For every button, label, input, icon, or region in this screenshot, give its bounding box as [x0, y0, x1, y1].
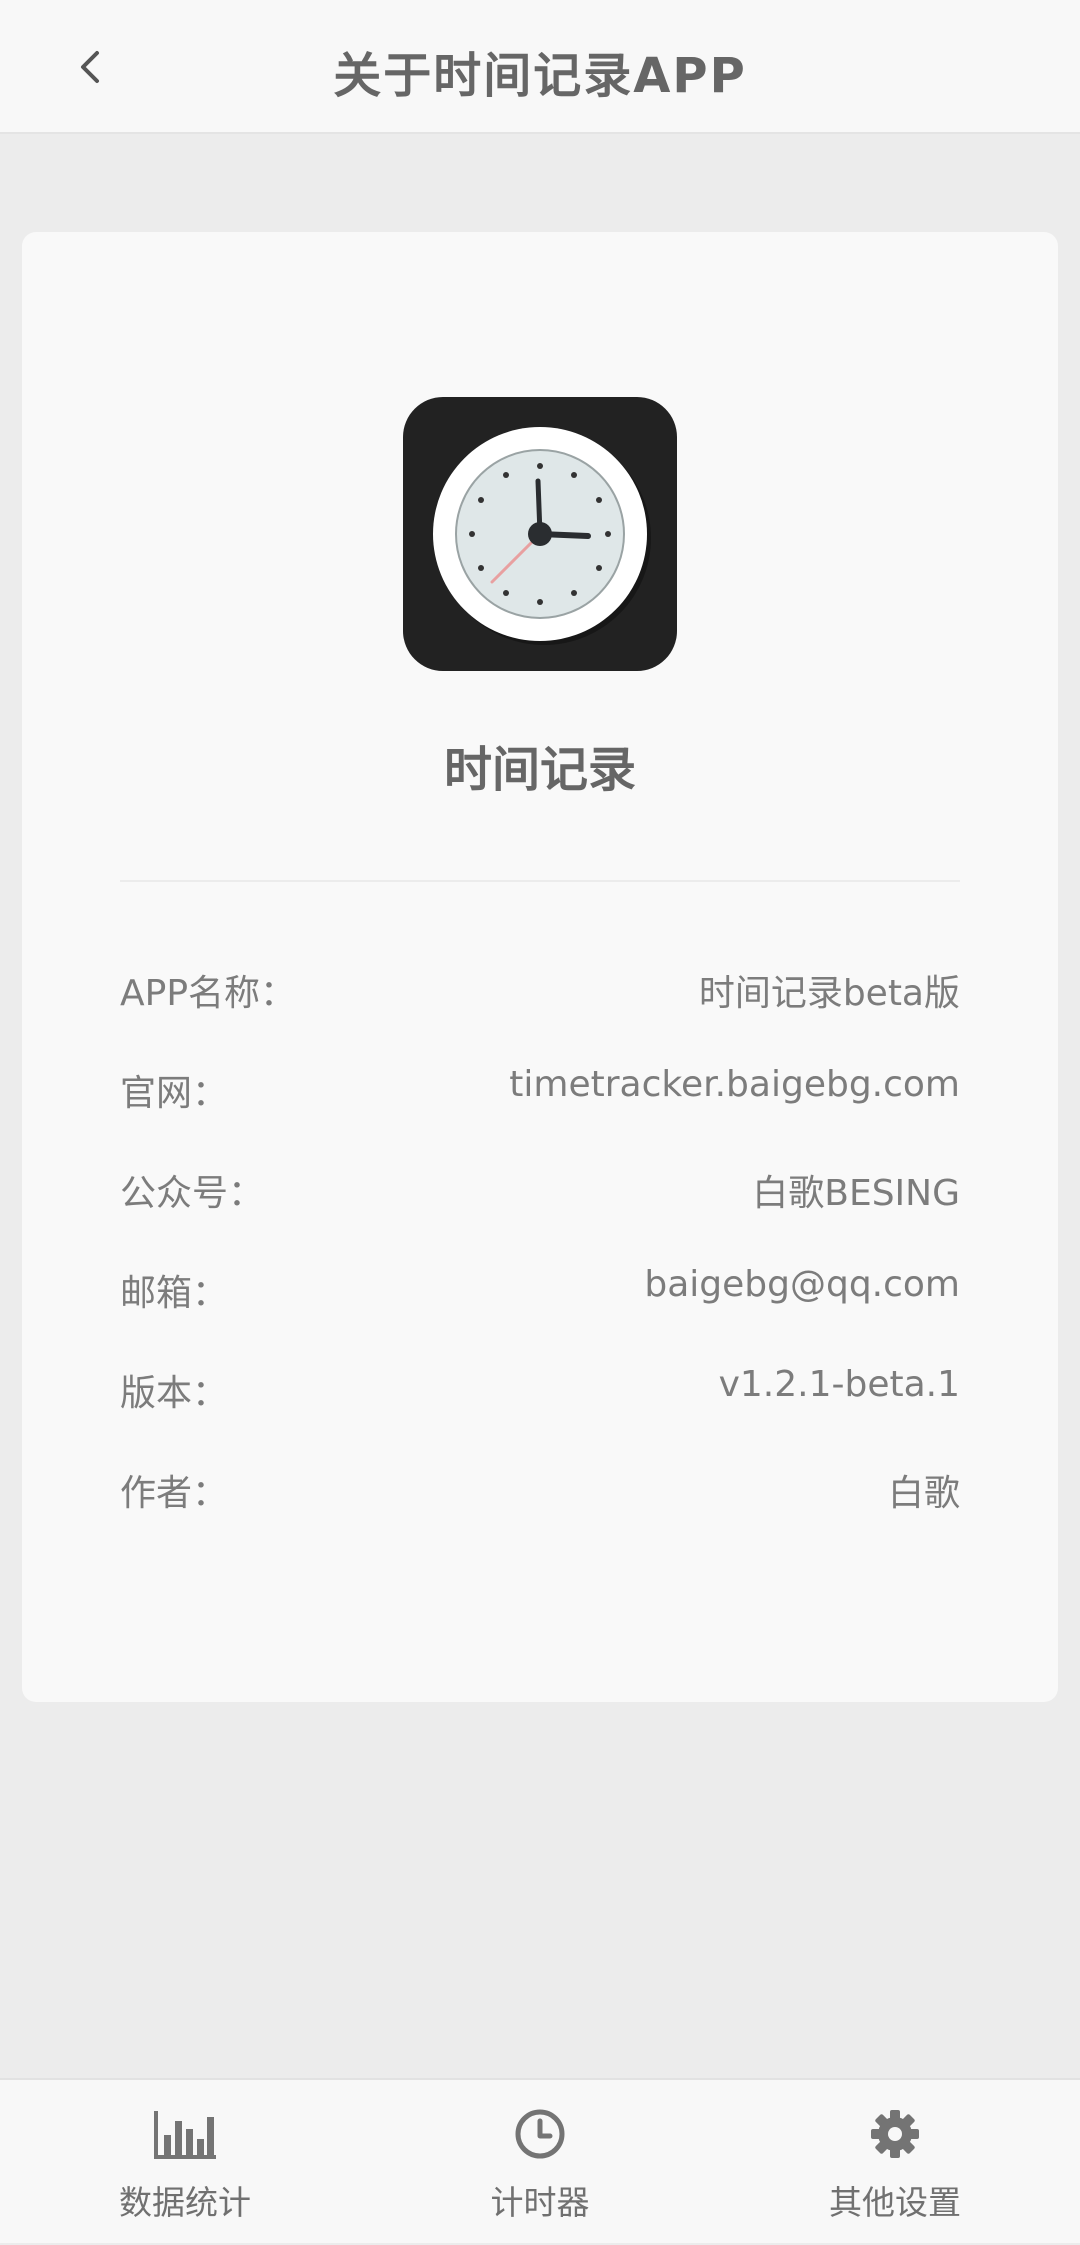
tab-label: 数据统计 [119, 2183, 251, 2222]
info-value: v1.2.1-beta.1 [718, 1364, 960, 1405]
info-label: 作者： [120, 1473, 229, 1514]
tab-label: 计时器 [490, 2183, 590, 2222]
info-label: 官网： [120, 1073, 229, 1114]
website-link[interactable]: timetracker.baigebg.com [509, 1064, 960, 1105]
info-label: APP名称： [120, 973, 297, 1014]
info-label: 邮箱： [120, 1273, 229, 1314]
info-label: 版本： [120, 1373, 229, 1414]
tab-settings[interactable]: 其他设置 [775, 2080, 1015, 2245]
about-card: 时间记录 APP名称： 时间记录beta版 官网： timetracker.ba… [22, 232, 1058, 1702]
info-value: 白歌BESING [752, 1173, 960, 1214]
gear-icon [871, 2110, 919, 2158]
tab-statistics[interactable]: 数据统计 [65, 2080, 305, 2245]
info-row-author: 作者： 白歌 [120, 1456, 960, 1516]
top-bar: 关于时间记录APP [0, 0, 1080, 134]
bottom-tab-bar: 数据统计 计时器 其他设置 [0, 2078, 1080, 2243]
info-row-app-name: APP名称： 时间记录beta版 [120, 956, 960, 1016]
tab-timer[interactable]: 计时器 [420, 2080, 660, 2245]
info-label: 公众号： [120, 1173, 265, 1214]
tab-label: 其他设置 [829, 2183, 961, 2222]
email-link[interactable]: baigebg@qq.com [644, 1264, 960, 1305]
info-row-version: 版本： v1.2.1-beta.1 [120, 1356, 960, 1416]
clock-icon [515, 2109, 565, 2159]
info-row-website: 官网： timetracker.baigebg.com [120, 1056, 960, 1116]
info-row-email: 邮箱： baigebg@qq.com [120, 1256, 960, 1316]
bar-chart-icon [154, 2111, 216, 2159]
app-logo [403, 397, 677, 671]
info-value: 时间记录beta版 [698, 973, 960, 1014]
page-title: 关于时间记录APP [333, 48, 747, 104]
app-name: 时间记录 [443, 742, 636, 798]
info-row-public-account: 公众号： 白歌BESING [120, 1156, 960, 1216]
divider [120, 880, 960, 882]
info-value: 白歌 [887, 1473, 960, 1514]
clock-icon [433, 427, 651, 645]
